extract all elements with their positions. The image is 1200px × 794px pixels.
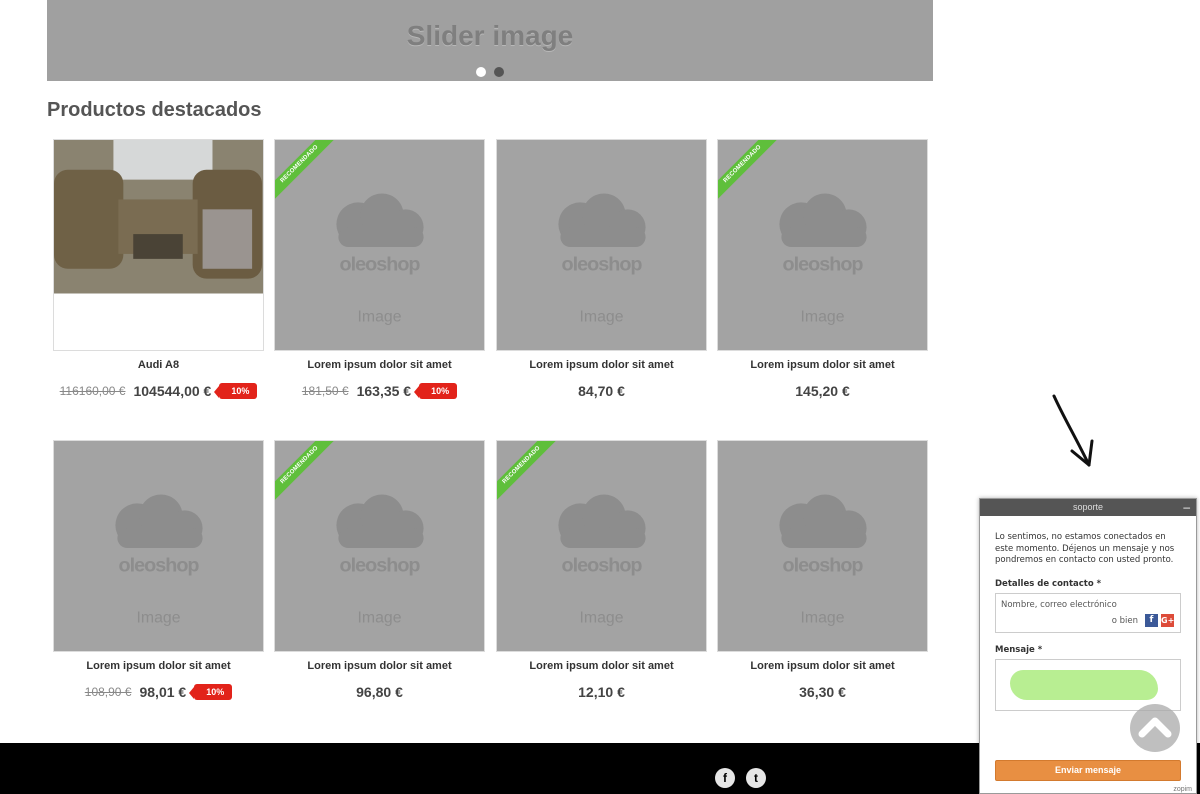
cloud-logo-icon: oleoshop Image (779, 193, 867, 325)
placeholder-brand: oleoshop (561, 555, 642, 577)
annotation-arrow-icon (1052, 394, 1094, 467)
chat-title: soporte (1072, 502, 1104, 512)
placeholder-brand: oleoshop (782, 254, 863, 276)
slider-caption: Slider image (406, 20, 574, 51)
product-card[interactable]: oleoshop Image Lorem ipsum dolor sit amet 1… (53, 440, 264, 702)
slider-dots (47, 64, 933, 82)
current-price: 145,20 € (795, 383, 850, 399)
cloud-logo-icon: oleoshop Image (336, 494, 424, 626)
product-image-placeholder[interactable]: oleoshop Image RECOMENDADO (496, 440, 707, 652)
product-image-placeholder[interactable]: oleoshop Image RECOMENDADO (717, 139, 928, 351)
placeholder-brand: oleoshop (339, 555, 420, 577)
product-name[interactable]: Lorem ipsum dolor sit amet (717, 359, 928, 373)
discount-badge: 10% (414, 383, 458, 399)
product-name[interactable]: Lorem ipsum dolor sit amet (274, 660, 485, 674)
product-card[interactable]: Audi A8 116160,00 € 104544,00 €10% (53, 139, 264, 401)
old-price: 181,50 € (301, 384, 349, 398)
chevron-up-icon (1138, 717, 1172, 738)
placeholder-caption: Image (801, 609, 845, 626)
product-name[interactable]: Lorem ipsum dolor sit amet (496, 660, 707, 674)
google-plus-login-icon[interactable]: G+ (1161, 613, 1174, 627)
product-name[interactable]: Lorem ipsum dolor sit amet (717, 660, 928, 674)
product-prices: 84,70 € (496, 381, 707, 401)
product-card[interactable]: oleoshop Image RECOMENDADO Lorem ipsum dolo… (274, 139, 485, 401)
chat-header[interactable]: soporte – (980, 499, 1196, 516)
current-price: 96,80 € (356, 684, 403, 700)
message-label: Mensaje * (995, 644, 1043, 655)
product-name[interactable]: Lorem ipsum dolor sit amet (274, 359, 485, 373)
current-price: 84,70 € (578, 383, 625, 399)
product-name[interactable]: Lorem ipsum dolor sit amet (496, 359, 707, 373)
cloud-logo-icon: oleoshop Image (779, 494, 867, 626)
product-name[interactable]: Lorem ipsum dolor sit amet (53, 660, 264, 674)
placeholder-caption: Image (580, 308, 624, 325)
discount-badge: 10% (189, 684, 233, 700)
contact-placeholder: Nombre, correo electrónico (1001, 599, 1117, 610)
placeholder-caption: Image (137, 609, 181, 626)
contact-label: Detalles de contacto * (995, 578, 1102, 589)
product-prices: 108,90 € 98,01 €10% (53, 682, 264, 702)
placeholder-caption: Image (801, 308, 845, 325)
twitter-icon[interactable]: t (746, 768, 766, 788)
cloud-logo-icon: oleoshop Image (558, 193, 646, 325)
current-price: 104544,00 € (133, 383, 212, 399)
product-card[interactable]: oleoshop Image Lorem ipsum dolor sit amet 8… (496, 139, 707, 401)
or-text: o bien (1111, 615, 1138, 626)
scroll-to-top-button[interactable] (1130, 704, 1180, 752)
minimize-icon[interactable]: – (1183, 499, 1190, 516)
zopim-logo: zopim (1173, 786, 1192, 793)
cloud-logo-icon: oleoshop Image (115, 494, 203, 626)
placeholder-caption: Image (358, 609, 402, 626)
cloud-logo-icon: oleoshop Image (558, 494, 646, 626)
placeholder-caption: Image (358, 308, 402, 325)
product-prices: 145,20 € (717, 381, 928, 401)
old-price: 116160,00 € (59, 384, 126, 398)
product-photo[interactable] (53, 139, 264, 351)
product-prices: 12,10 € (496, 682, 707, 702)
contact-field[interactable]: Nombre, correo electrónico o bien f G+ (995, 592, 1181, 633)
facebook-icon[interactable]: f (715, 768, 735, 788)
placeholder-caption: Image (580, 609, 624, 626)
slider-dot-2[interactable] (494, 67, 505, 77)
product-card[interactable]: oleoshop Image RECOMENDADO Lorem ipsum dolo… (496, 440, 707, 702)
product-image-placeholder[interactable]: oleoshop Image RECOMENDADO (274, 440, 485, 652)
discount-badge: 10% (214, 383, 258, 399)
placeholder-brand: oleoshop (782, 555, 863, 577)
product-card[interactable]: oleoshop Image RECOMENDADO Lorem ipsum dolo… (274, 440, 485, 702)
product-image-placeholder[interactable]: oleoshop Image (496, 139, 707, 351)
section-title: Productos destacados (47, 99, 262, 121)
slider-dot-1[interactable] (475, 67, 486, 77)
facebook-login-icon[interactable]: f (1145, 613, 1158, 627)
product-prices: 181,50 € 163,35 €10% (274, 381, 485, 401)
product-prices: 96,80 € (274, 682, 485, 702)
product-prices: 36,30 € (717, 682, 928, 702)
product-image-placeholder[interactable]: oleoshop Image (53, 440, 264, 652)
chat-offline-message: Lo sentimos, no estamos conectados en es… (995, 532, 1175, 565)
current-price: 12,10 € (578, 684, 625, 700)
redacted-message-scribble (1010, 669, 1158, 700)
message-textarea[interactable] (995, 658, 1181, 711)
product-prices: 116160,00 € 104544,00 €10% (53, 381, 264, 401)
placeholder-brand: oleoshop (339, 254, 420, 276)
product-card[interactable]: oleoshop Image Lorem ipsum dolor sit amet 3… (717, 440, 928, 702)
old-price: 108,90 € (84, 685, 132, 699)
placeholder-brand: oleoshop (561, 254, 642, 276)
current-price: 36,30 € (799, 684, 846, 700)
send-message-button[interactable]: Enviar mensaje (995, 760, 1181, 781)
page: Slider image Productos destacados Audi A… (0, 0, 1200, 794)
product-card[interactable]: oleoshop Image RECOMENDADO Lorem ipsum dolo… (717, 139, 928, 401)
hero-slider[interactable]: Slider image (47, 0, 933, 81)
product-name[interactable]: Audi A8 (53, 359, 264, 373)
current-price: 163,35 € (356, 383, 412, 399)
product-image-placeholder[interactable]: oleoshop Image (717, 440, 928, 652)
cloud-logo-icon: oleoshop Image (336, 193, 424, 325)
placeholder-brand: oleoshop (118, 555, 199, 577)
current-price: 98,01 € (139, 684, 187, 700)
product-image-placeholder[interactable]: oleoshop Image RECOMENDADO (274, 139, 485, 351)
